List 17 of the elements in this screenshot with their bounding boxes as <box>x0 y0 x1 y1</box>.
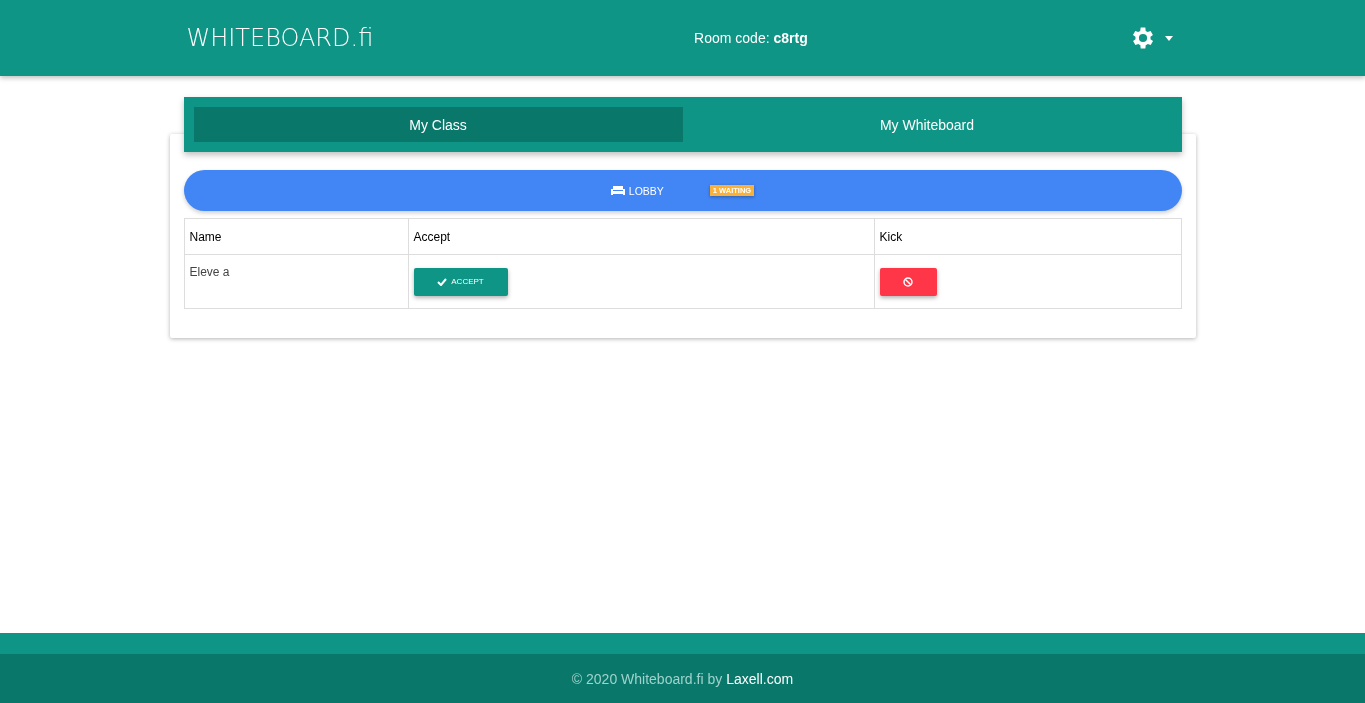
column-header: Accept <box>408 218 874 255</box>
accept-button[interactable]: ACCEPT <box>413 267 508 296</box>
lobby-text: LOBBY <box>628 184 664 197</box>
column-header: Name <box>184 218 408 255</box>
tab[interactable]: My Whiteboard <box>682 107 1172 142</box>
check-icon <box>437 277 448 286</box>
footer-link[interactable]: Laxell.com <box>726 670 794 687</box>
logo-link[interactable]: WHITEBOARD.fi <box>186 24 374 52</box>
ban-icon <box>903 276 913 287</box>
copyright-text: © 2020 Whiteboard.fi by <box>571 670 723 687</box>
kick-button[interactable] <box>879 267 937 296</box>
caret-icon <box>1164 35 1173 41</box>
sofa-icon <box>610 186 625 195</box>
student-name: Eleve a <box>189 265 230 279</box>
room-code: Room code: c8rtg <box>694 30 808 46</box>
column-header: Kick <box>874 218 1181 255</box>
tab[interactable]: My Class <box>193 107 683 142</box>
